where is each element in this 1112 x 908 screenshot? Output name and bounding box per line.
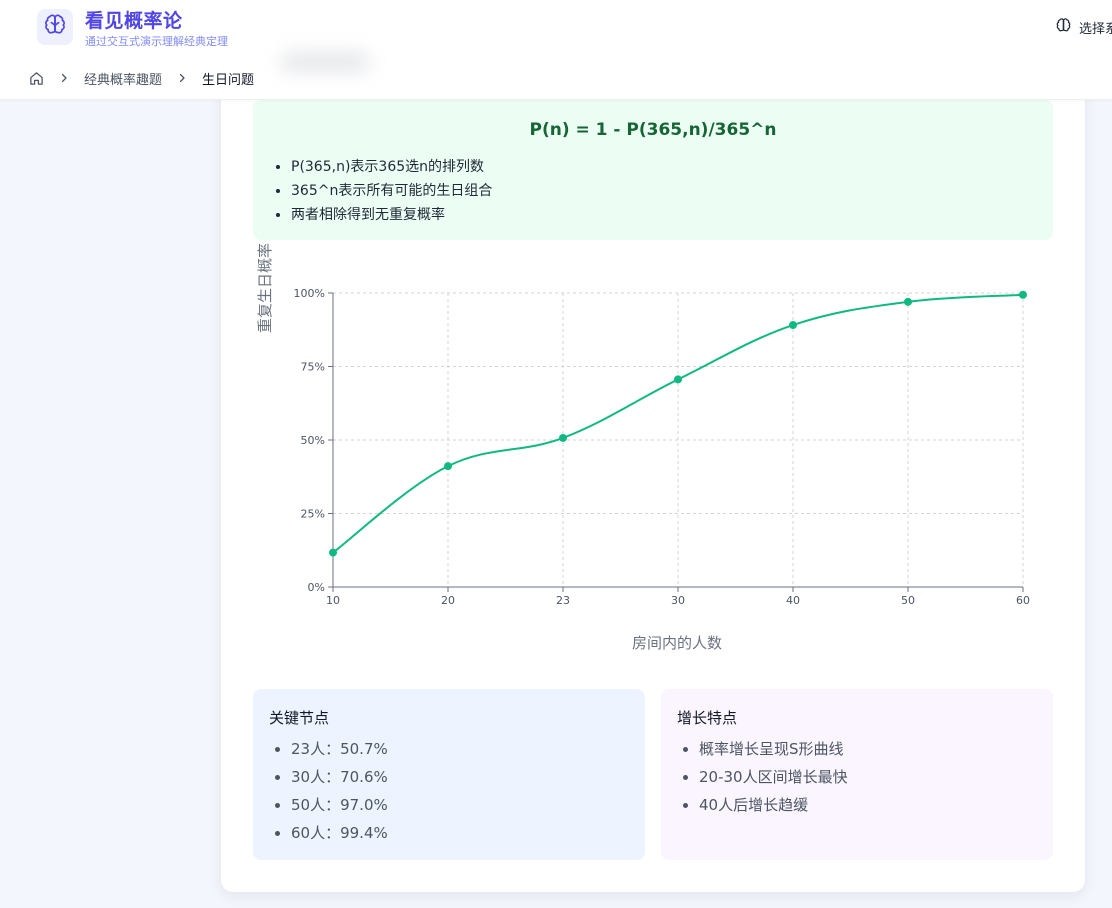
main-card: P(n) = 1 - P(365,n)/365^n P(365,n)表示365选… [221,60,1085,892]
key-point-item: 23人：50.7% [291,735,388,763]
x-tick-label: 20 [441,594,455,607]
data-point[interactable] [329,548,337,557]
x-axis-label: 房间内的人数 [632,634,722,652]
key-point-item: 50人：97.0% [291,791,388,819]
growth-item: 概率增长呈现S形曲线 [699,735,848,763]
data-point[interactable] [789,321,797,330]
language-button-label: 选择系 [1079,21,1112,37]
key-point-item: 30人：70.6% [291,763,388,791]
key-point-item: 60人：99.4% [291,819,388,847]
breadcrumb-item[interactable]: 经典概率趣题 [84,69,162,88]
blurred-placeholder [280,52,370,72]
brain-icon [44,14,66,40]
data-point[interactable] [444,462,452,471]
y-tick-label: 50% [301,434,325,447]
data-point[interactable] [559,433,567,442]
app-subtitle: 通过交互式演示理解经典定理 [85,35,228,48]
brain-small-icon [1056,17,1071,37]
y-tick-label: 100% [294,287,325,300]
x-tick-label: 23 [556,594,570,607]
growth-title: 增长特点 [677,709,738,727]
chart: 0% 25% 50% 75% 100% 10 20 23 30 40 50 60 重复生日概率 房间内… [221,60,1085,684]
y-tick-label: 25% [301,508,325,521]
y-tick-label: 0% [308,581,325,594]
x-tick-label: 30 [671,594,685,607]
x-tick-label: 50 [901,594,915,607]
breadcrumb-current: 生日问题 [202,72,255,88]
breadcrumb: 经典概率趣题 生日问题 [29,68,254,88]
key-points-list: 23人：50.7% 30人：70.6% 50人：97.0% 60人：99.4% [291,735,388,847]
growth-list: 概率增长呈现S形曲线 20-30人区间增长最快 40人后增长趋缓 [699,735,848,819]
y-tick-label: 75% [301,361,325,374]
growth-item: 40人后增长趋缓 [699,791,848,819]
top-header: 看见概率论 通过交互式演示理解经典定理 选择系 经典概率趣题 生日问题 [0,0,1112,100]
language-select-button[interactable]: 选择系 [1056,17,1112,37]
app-title: 看见概率论 [85,10,183,32]
probability-chart: 0% 25% 50% 75% 100% 10 20 23 30 40 50 60 重复生日概率 房间内… [256,243,1030,652]
key-points-box: 关键节点 23人：50.7% 30人：70.6% 50人：97.0% 60人：9… [253,689,645,860]
home-icon[interactable] [29,71,44,86]
key-points-title: 关键节点 [269,709,330,727]
data-point[interactable] [1019,290,1027,299]
growth-box: 增长特点 概率增长呈现S形曲线 20-30人区间增长最快 40人后增长趋缓 [661,689,1053,860]
x-tick-label: 10 [326,594,340,607]
data-point[interactable] [904,297,912,306]
data-point[interactable] [674,375,682,384]
logo[interactable] [37,9,73,45]
chevron-right-icon [176,72,188,84]
growth-item: 20-30人区间增长最快 [699,763,848,791]
y-axis-label: 重复生日概率 [256,243,274,333]
chevron-right-icon [58,72,70,84]
x-tick-label: 60 [1016,594,1030,607]
x-tick-label: 40 [786,594,800,607]
